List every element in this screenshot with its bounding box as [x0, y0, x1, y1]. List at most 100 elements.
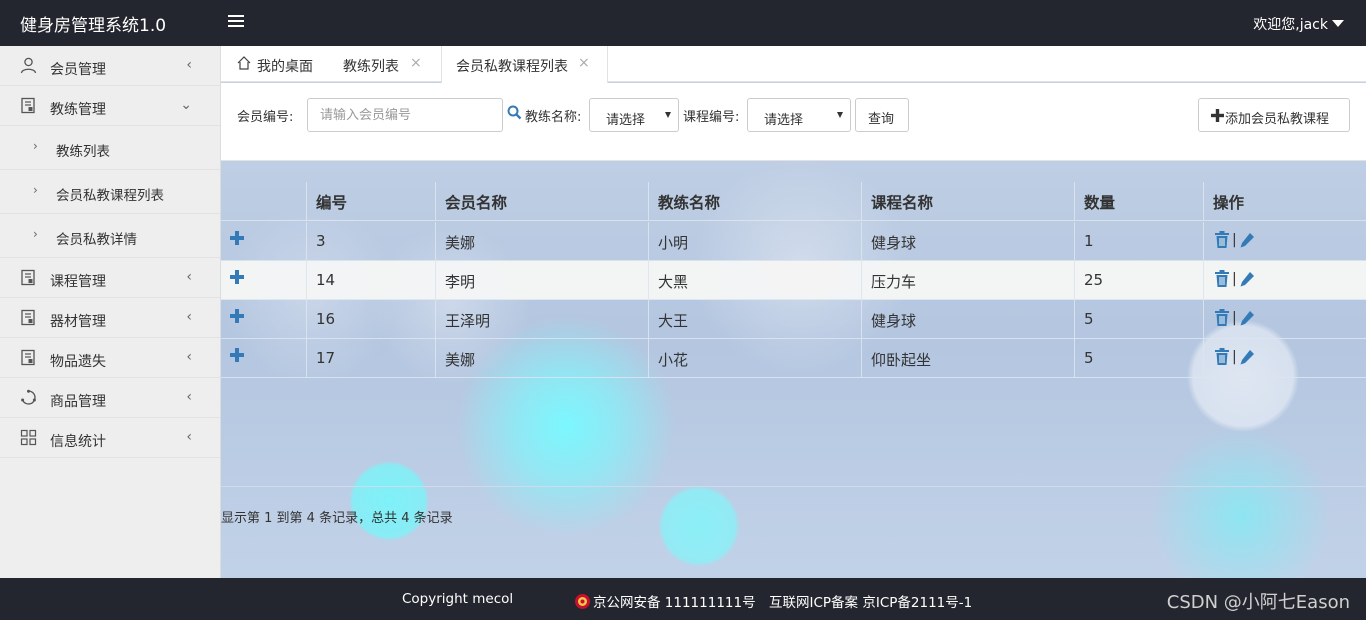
- sidebar-subitem-member-private-courses[interactable]: › 会员私教课程列表: [0, 170, 220, 214]
- cell-course-name: 压力车: [861, 261, 1074, 300]
- course-no-select[interactable]: 请选择: [747, 98, 851, 132]
- action-separator: |: [1232, 310, 1237, 326]
- coach-name-select[interactable]: 请选择: [589, 98, 679, 132]
- query-button-label: 查询: [868, 112, 895, 127]
- pencil-edit-icon[interactable]: [1239, 231, 1255, 249]
- close-icon[interactable]: ×: [578, 55, 590, 71]
- sidebar-item-label: 会员管理: [50, 62, 106, 78]
- add-button-label: 添加会员私教课程: [1225, 112, 1330, 127]
- cell-actions: |: [1203, 300, 1366, 339]
- action-separator: |: [1232, 271, 1237, 287]
- cell-member-name: 美娜: [435, 339, 648, 378]
- document-icon: [21, 309, 35, 326]
- close-icon[interactable]: ×: [410, 55, 422, 71]
- cell-actions: |: [1203, 222, 1366, 261]
- trash-icon[interactable]: [1214, 231, 1230, 249]
- sidebar-item-goods-management[interactable]: 商品管理 ‹: [0, 378, 220, 418]
- user-greeting: 欢迎您,jack: [1253, 17, 1328, 33]
- expand-row-plus-icon[interactable]: [229, 308, 245, 324]
- caret-down-icon: [1332, 20, 1344, 27]
- sidebar-item-coach-management[interactable]: 教练管理 ⌄: [0, 86, 220, 126]
- cell-coach-name: 小明: [648, 222, 861, 261]
- sidebar-subitem-label: 会员私教课程列表: [56, 188, 164, 204]
- coach-name-selected: 请选择: [606, 113, 646, 128]
- sidebar-item-label: 器材管理: [50, 314, 106, 330]
- chevron-left-icon: ‹: [186, 429, 192, 445]
- sidebar-item-label: 商品管理: [50, 394, 106, 410]
- cell-actions: |: [1203, 339, 1366, 378]
- header-cell: 课程名称: [861, 182, 1074, 221]
- user-icon: [20, 57, 37, 74]
- sidebar-subitem-label: 会员私教详情: [56, 232, 137, 248]
- pencil-edit-icon[interactable]: [1239, 348, 1255, 366]
- table-row: 16 王泽明 大王 健身球 5 |: [221, 300, 1366, 339]
- sidebar-item-statistics[interactable]: 信息统计 ‹: [0, 418, 220, 458]
- sidebar: 会员管理 ‹ 教练管理 ⌄ › 教练列表 › 会员私教课程列表 › 会员私教详情…: [0, 46, 221, 578]
- chevron-right-icon: ›: [33, 183, 38, 197]
- header-cell: 教练名称: [648, 182, 861, 221]
- main-content: 我的桌面 教练列表 × 会员私教课程列表 × 会员编号: 教练名称: 请选择 课…: [221, 46, 1366, 578]
- header-cell: 会员名称: [435, 182, 648, 221]
- cell-course-name: 健身球: [861, 222, 1074, 261]
- header-cell: 操作: [1203, 182, 1366, 221]
- watermark-text: CSDN @小阿七Eason: [1166, 592, 1350, 613]
- cell-member-name: 美娜: [435, 222, 648, 261]
- member-no-input[interactable]: [307, 98, 503, 132]
- cell-course-name: 健身球: [861, 300, 1074, 339]
- expand-row-plus-icon[interactable]: [229, 347, 245, 363]
- chevron-left-icon: ‹: [186, 349, 192, 365]
- sidebar-item-label: 信息统计: [50, 434, 106, 450]
- tab-my-desktop[interactable]: 我的桌面: [221, 48, 329, 82]
- document-icon: [21, 349, 35, 366]
- tab-coach-list[interactable]: 教练列表 ×: [329, 48, 441, 82]
- action-separator: |: [1232, 349, 1237, 365]
- trash-icon[interactable]: [1214, 309, 1230, 327]
- cell-member-name: 王泽明: [435, 300, 648, 339]
- document-icon: [21, 269, 35, 286]
- search-panel: 会员编号: 教练名称: 请选择 课程编号: 请选择 查询 添加会员私教课程: [221, 83, 1366, 161]
- trash-icon[interactable]: [1214, 270, 1230, 288]
- hamburger-menu-icon[interactable]: [228, 15, 244, 29]
- sidebar-item-label: 教练管理: [50, 102, 106, 118]
- table-bottom-border: [221, 486, 1366, 487]
- query-button[interactable]: 查询: [855, 98, 909, 132]
- cell-id: 17: [306, 339, 435, 378]
- course-no-label: 课程编号:: [683, 110, 740, 125]
- police-record[interactable]: 京公网安备 111111111号: [574, 591, 756, 611]
- tab-bar: 我的桌面 教练列表 × 会员私教课程列表 ×: [221, 46, 1366, 83]
- header-cell: 数量: [1074, 182, 1203, 221]
- chevron-left-icon: ‹: [186, 57, 192, 73]
- user-menu[interactable]: 欢迎您,jack: [1253, 14, 1344, 34]
- dropdown-arrow-icon: [665, 112, 671, 118]
- pencil-edit-icon[interactable]: [1239, 270, 1255, 288]
- table-row: 14 李明 大黑 压力车 25 |: [221, 261, 1366, 300]
- cell-id: 16: [306, 300, 435, 339]
- sidebar-subitem-coach-list[interactable]: › 教练列表: [0, 126, 220, 170]
- sidebar-item-label: 课程管理: [50, 274, 106, 290]
- tab-label: 我的桌面: [257, 59, 313, 75]
- chevron-left-icon: ‹: [186, 389, 192, 405]
- cell-quantity: 25: [1074, 261, 1203, 300]
- cell-actions: |: [1203, 261, 1366, 300]
- cell-coach-name: 大王: [648, 300, 861, 339]
- icp-record[interactable]: 互联网ICP备案 京ICP备2111号-1: [769, 591, 972, 611]
- sidebar-item-equipment-management[interactable]: 器材管理 ‹: [0, 298, 220, 338]
- sidebar-subitem-member-private-details[interactable]: › 会员私教详情: [0, 214, 220, 258]
- grid-icon: [20, 429, 37, 446]
- copyright-text: Copyright mecol: [402, 591, 514, 607]
- expand-row-plus-icon[interactable]: [229, 230, 245, 246]
- table-header-row: 编号 会员名称 教练名称 课程名称 数量 操作: [221, 182, 1366, 221]
- add-member-private-course-button[interactable]: 添加会员私教课程: [1198, 98, 1350, 132]
- sidebar-item-course-management[interactable]: 课程管理 ‹: [0, 258, 220, 298]
- cell-quantity: 5: [1074, 339, 1203, 378]
- trash-icon[interactable]: [1214, 348, 1230, 366]
- top-header: 健身房管理系统1.0 欢迎您,jack: [0, 0, 1366, 46]
- sidebar-item-lost-items[interactable]: 物品遗失 ‹: [0, 338, 220, 378]
- expand-row-plus-icon[interactable]: [229, 269, 245, 285]
- cell-coach-name: 大黑: [648, 261, 861, 300]
- document-icon: [21, 97, 35, 114]
- search-icon[interactable]: [507, 105, 522, 120]
- pencil-edit-icon[interactable]: [1239, 309, 1255, 327]
- tab-member-private-courses[interactable]: 会员私教课程列表 ×: [441, 46, 608, 83]
- sidebar-item-member-management[interactable]: 会员管理 ‹: [0, 46, 220, 86]
